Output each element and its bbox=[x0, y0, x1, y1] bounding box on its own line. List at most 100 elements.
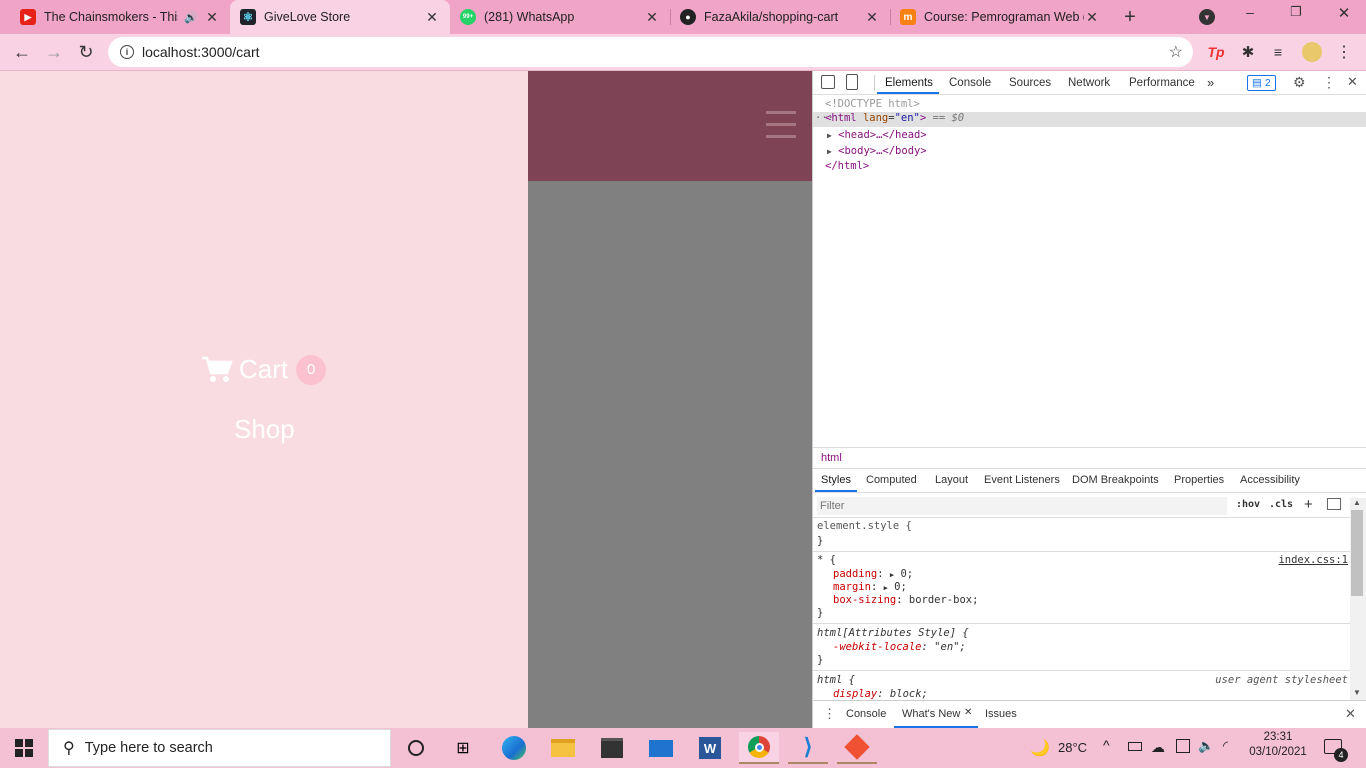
bookmark-star-icon[interactable]: ☆ bbox=[1169, 42, 1183, 62]
chrome-icon[interactable] bbox=[739, 732, 779, 764]
close-tab-icon[interactable]: ✕ bbox=[424, 9, 440, 25]
inspect-element-icon[interactable] bbox=[821, 75, 835, 89]
battery-icon[interactable] bbox=[1128, 742, 1142, 751]
tab-accessibility[interactable]: Accessibility bbox=[1240, 474, 1300, 486]
taskbar-search-box[interactable]: ⚲ Type here to search bbox=[48, 729, 391, 767]
new-style-rule-icon[interactable]: + bbox=[1304, 496, 1313, 513]
tab-properties[interactable]: Properties bbox=[1174, 474, 1224, 486]
close-devtools-icon[interactable]: ✕ bbox=[1347, 74, 1358, 90]
site-info-icon[interactable]: i bbox=[120, 45, 134, 59]
media-control-icon[interactable]: ≡ bbox=[1264, 38, 1292, 66]
browser-toolbar: ← → ↻ i localhost:3000/cart ☆ Tp ✱ ≡ ⋮ bbox=[0, 34, 1366, 71]
reload-icon[interactable]: ↻ bbox=[72, 38, 100, 66]
issues-badge-icon: ▤ bbox=[1252, 77, 1265, 89]
speaker-icon[interactable]: 🔊 bbox=[184, 11, 198, 24]
close-drawer-icon[interactable]: ✕ bbox=[1345, 706, 1356, 722]
window-close-icon[interactable]: ✕ bbox=[1334, 4, 1354, 24]
clock[interactable]: 23:31 03/10/2021 bbox=[1248, 731, 1308, 758]
hover-state-toggle[interactable]: :hov bbox=[1236, 499, 1260, 510]
back-icon[interactable]: ← bbox=[8, 38, 36, 66]
shop-link[interactable]: Shop bbox=[234, 414, 295, 445]
browser-menu-icon[interactable]: ⋮ bbox=[1330, 38, 1358, 66]
more-tabs-icon[interactable]: » bbox=[1207, 71, 1214, 95]
volume-icon[interactable]: 🔈 bbox=[1198, 738, 1214, 754]
windows-start-icon[interactable] bbox=[4, 732, 44, 764]
forward-icon[interactable]: → bbox=[40, 38, 68, 66]
tab-computed[interactable]: Computed bbox=[866, 474, 917, 486]
address-bar[interactable]: i localhost:3000/cart ☆ bbox=[108, 37, 1193, 67]
restore-icon[interactable]: ❐ bbox=[1286, 4, 1306, 24]
dom-node-body[interactable]: ▶ <body>…</body> bbox=[827, 145, 927, 157]
decl-margin[interactable]: margin: ▶ 0; bbox=[833, 581, 907, 593]
extensions-puzzle-icon[interactable]: ✱ bbox=[1234, 38, 1262, 66]
file-explorer-icon[interactable] bbox=[543, 732, 583, 764]
index-css-source-link[interactable]: index.css:1 bbox=[1278, 554, 1348, 566]
cart-link[interactable]: Cart 0 bbox=[201, 354, 327, 385]
profile-avatar[interactable] bbox=[1298, 38, 1326, 66]
onedrive-cloud-icon[interactable]: ☁ bbox=[1151, 739, 1165, 756]
vscode-icon[interactable]: ⟩ bbox=[788, 732, 828, 764]
scrollbar-thumb[interactable] bbox=[1351, 510, 1363, 596]
tab-styles[interactable]: Styles bbox=[821, 474, 851, 486]
tab-dom-breakpoints[interactable]: DOM Breakpoints bbox=[1072, 474, 1159, 486]
extension-tp-icon[interactable]: Tp bbox=[1202, 38, 1230, 66]
tray-overflow-icon[interactable]: ^ bbox=[1103, 737, 1110, 753]
drawer-menu-icon[interactable]: ⋮ bbox=[823, 706, 836, 722]
tab-event-listeners[interactable]: Event Listeners bbox=[984, 474, 1060, 486]
expand-triangle-icon[interactable]: ▶ bbox=[827, 147, 832, 156]
close-tab-icon[interactable]: ✕ bbox=[1084, 9, 1100, 25]
tab-github[interactable]: ● FazaAkila/shopping-cart ✕ bbox=[670, 0, 890, 34]
hamburger-menu-icon[interactable] bbox=[760, 105, 802, 145]
tab-course[interactable]: m Course: Pemrograman Web d ✕ bbox=[890, 0, 1110, 34]
rule-close-brace: } bbox=[817, 607, 824, 619]
microsoft-store-icon[interactable] bbox=[592, 732, 632, 764]
wifi-icon[interactable]: ◜ bbox=[1223, 738, 1228, 754]
minimize-icon[interactable]: – bbox=[1240, 4, 1260, 24]
tab-network[interactable]: Network bbox=[1068, 71, 1110, 95]
weather-moon-icon[interactable]: 🌙 bbox=[1030, 738, 1050, 758]
drawer-tab-console[interactable]: Console bbox=[846, 708, 886, 720]
git-gui-icon[interactable] bbox=[837, 732, 877, 764]
issues-badge[interactable]: ▤ 2 bbox=[1247, 75, 1276, 91]
tab-search-icon[interactable]: ▼ bbox=[1199, 9, 1215, 25]
close-tab-icon[interactable]: ✕ bbox=[864, 9, 880, 25]
drawer-tab-whats-new[interactable]: What's New bbox=[902, 708, 960, 720]
decl-padding[interactable]: padding: ▶ 0; bbox=[833, 568, 913, 580]
device-toolbar-icon[interactable] bbox=[846, 74, 858, 90]
tab-sources[interactable]: Sources bbox=[1009, 71, 1051, 95]
tab-whatsapp[interactable]: 99+ (281) WhatsApp ✕ bbox=[450, 0, 670, 34]
expand-triangle-icon[interactable]: ▶ bbox=[884, 584, 888, 592]
expand-triangle-icon[interactable]: ▶ bbox=[827, 131, 832, 140]
scroll-up-icon[interactable]: ▲ bbox=[1353, 498, 1361, 507]
mail-icon[interactable] bbox=[641, 732, 681, 764]
toggle-sidebar-icon[interactable] bbox=[1327, 498, 1341, 510]
dom-node-html[interactable]: ··· <html lang="en"> == $0 bbox=[813, 112, 1366, 127]
tab-performance[interactable]: Performance bbox=[1129, 71, 1195, 95]
word-icon[interactable]: W bbox=[690, 732, 730, 764]
styles-scrollbar[interactable]: ▲ ▼ bbox=[1350, 498, 1366, 700]
temperature[interactable]: 28°C bbox=[1058, 740, 1087, 755]
security-icon[interactable] bbox=[1176, 739, 1190, 753]
tab-console[interactable]: Console bbox=[949, 71, 991, 95]
styles-filter-input[interactable] bbox=[817, 497, 1227, 515]
tab-youtube[interactable]: ▶ The Chainsmokers - This 🔊 ✕ bbox=[10, 0, 230, 34]
tab-layout[interactable]: Layout bbox=[935, 474, 968, 486]
toolbar-divider bbox=[874, 75, 875, 91]
expand-triangle-icon[interactable]: ▶ bbox=[890, 571, 894, 579]
cortana-icon[interactable] bbox=[396, 732, 436, 764]
new-tab-icon[interactable]: + bbox=[1118, 5, 1142, 29]
close-tab-icon[interactable]: ✕ bbox=[644, 9, 660, 25]
task-view-icon[interactable]: ⊞ bbox=[443, 732, 483, 764]
breadcrumb-html[interactable]: html bbox=[821, 452, 842, 464]
devtools-menu-icon[interactable]: ⋮ bbox=[1322, 74, 1336, 91]
edge-icon[interactable] bbox=[494, 732, 534, 764]
settings-gear-icon[interactable]: ⚙ bbox=[1293, 74, 1306, 91]
drawer-tab-issues[interactable]: Issues bbox=[985, 708, 1017, 720]
close-drawer-tab-icon[interactable]: ✕ bbox=[964, 707, 972, 718]
decl-box-sizing[interactable]: box-sizing: border-box; bbox=[833, 594, 978, 606]
tab-givelove-store[interactable]: ⚛ GiveLove Store ✕ bbox=[230, 0, 450, 34]
dom-node-head[interactable]: ▶ <head>…</head> bbox=[827, 129, 927, 141]
scroll-down-icon[interactable]: ▼ bbox=[1353, 688, 1361, 697]
close-tab-icon[interactable]: ✕ bbox=[204, 9, 220, 25]
class-toggle[interactable]: .cls bbox=[1269, 499, 1293, 510]
